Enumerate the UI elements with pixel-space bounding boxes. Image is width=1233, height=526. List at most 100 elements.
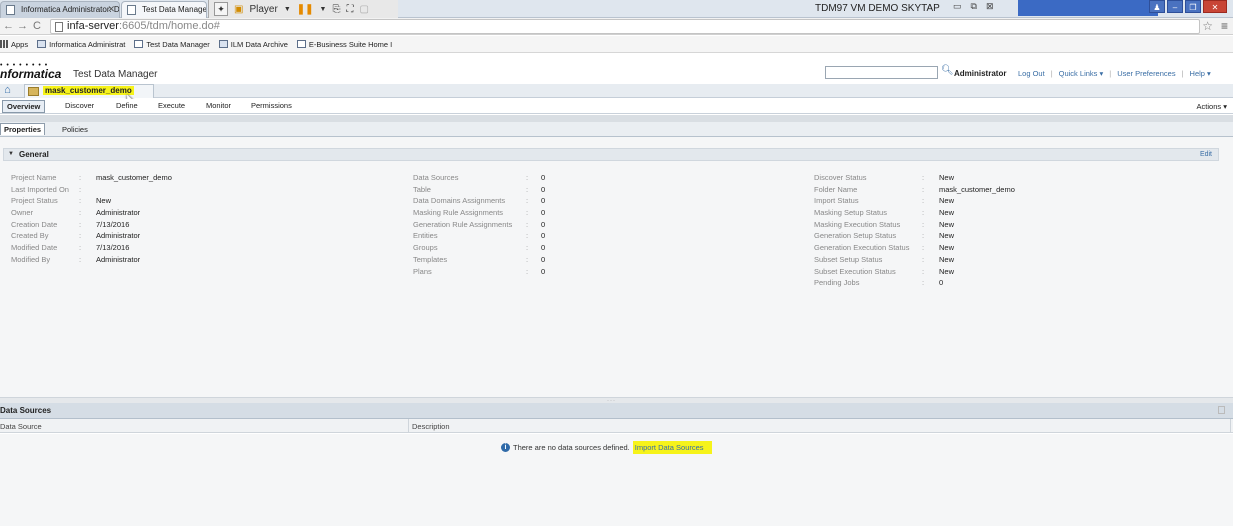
general-fields-col3: Discover Status: New Folder Name: mask_cus…	[814, 173, 1114, 290]
player-logo-icon: ▣	[234, 3, 244, 15]
minimize-icon[interactable]: –	[1167, 0, 1183, 13]
url-path: :6605/tdm/home.do#	[118, 20, 220, 32]
project-tab-strip	[0, 84, 1233, 98]
import-data-sources-link[interactable]: Import Data Sources	[632, 441, 712, 454]
bookmark-tdm[interactable]: Test Data Manager	[134, 39, 210, 49]
url-input[interactable]: infa-server:6605/tdm/home.do#	[50, 19, 1200, 34]
project-tab[interactable]: mask_customer_demo	[24, 84, 154, 98]
field-label: Last Imported On	[11, 184, 69, 194]
forward-arrow-icon[interactable]: →	[17, 20, 28, 32]
colon: :	[79, 243, 82, 253]
info-icon: i	[501, 443, 510, 452]
colon: :	[79, 173, 82, 182]
bookmark-apps[interactable]: Apps	[0, 40, 28, 49]
general-section-header[interactable]: ▼ General Edit	[3, 148, 1219, 161]
close-icon[interactable]: ✕	[1203, 0, 1227, 13]
search-icon[interactable]: 🔍︎	[941, 65, 954, 76]
field-value: Administrator	[96, 208, 141, 218]
tab-discover[interactable]: Discover	[65, 101, 94, 110]
section-title: General	[19, 150, 49, 159]
user-preferences-link[interactable]: User Preferences	[1117, 69, 1175, 78]
user-icon[interactable]: ♟	[1149, 0, 1165, 13]
field-label: Data Sources	[413, 173, 459, 182]
back-arrow-icon[interactable]: ←	[3, 20, 14, 32]
help-menu[interactable]: Help ▾	[1190, 69, 1211, 78]
data-sources-column-header: Data Source Description	[0, 419, 1233, 433]
field-label: Entities	[413, 231, 438, 241]
search-input[interactable]	[825, 66, 938, 79]
current-user: Administrator	[954, 69, 1007, 78]
tab-execute[interactable]: Execute	[158, 101, 185, 110]
colon: :	[922, 208, 925, 218]
column-data-source[interactable]: Data Source	[0, 422, 42, 431]
player-menu[interactable]: Player	[249, 4, 277, 15]
field-label: Pending Jobs	[814, 278, 860, 288]
pause-icon[interactable]: ❚❚	[297, 4, 314, 15]
field-value: 0	[541, 254, 546, 264]
colon: :	[526, 196, 529, 206]
field-row: Discover Status: New	[814, 173, 1114, 185]
tab-monitor[interactable]: Monitor	[206, 101, 231, 110]
field-label: Subset Execution Status	[814, 266, 896, 276]
colon: :	[526, 219, 529, 229]
field-label: Table	[413, 184, 431, 194]
chevron-down-icon[interactable]: ▼	[284, 6, 291, 13]
field-value: 0	[541, 173, 546, 182]
field-row: Subset Execution Status: New	[814, 267, 1114, 279]
close-icon[interactable]: ✕	[107, 4, 115, 15]
bookmark-ebs[interactable]: E-Business Suite Home I	[296, 40, 392, 49]
bookmark-label: Apps	[11, 39, 29, 49]
hamburger-menu-icon[interactable]: ≡	[1221, 19, 1228, 33]
tab-permissions[interactable]: Permissions	[251, 101, 292, 110]
network-icon[interactable]: ⎘	[332, 4, 340, 15]
reload-icon[interactable]: C	[33, 20, 41, 32]
chevron-down-icon[interactable]: ▼	[320, 6, 327, 13]
separator: |	[1050, 69, 1053, 78]
field-row: Owner: Administrator	[11, 208, 311, 220]
tab-properties[interactable]: Properties	[0, 123, 46, 135]
colon: :	[526, 231, 529, 241]
quick-links-menu[interactable]: Quick Links ▾	[1059, 69, 1104, 78]
trash-icon[interactable]	[1218, 406, 1225, 414]
address-bar: ← → C infa-server:6605/tdm/home.do# ☆ ≡	[0, 18, 1233, 35]
bookmark-informatica-admin[interactable]: Informatica Administrat	[37, 40, 125, 49]
tab-overview[interactable]: Overview	[2, 100, 46, 113]
bookmark-ilm[interactable]: ILM Data Archive	[218, 40, 288, 49]
field-value: New	[939, 208, 955, 218]
field-row: Modified Date: 7/13/2016	[11, 243, 311, 255]
tab-policies[interactable]: Policies	[62, 125, 88, 134]
field-label: Generation Rule Assignments	[413, 219, 513, 229]
restore-icon[interactable]: ⧉	[971, 1, 977, 12]
logout-link[interactable]: Log Out	[1018, 69, 1045, 78]
fullscreen-icon[interactable]: ⛶	[346, 4, 353, 15]
separator: |	[1109, 69, 1112, 78]
field-value: 0	[541, 231, 546, 241]
home-icon[interactable]: ⌂	[1, 84, 14, 97]
colon: :	[526, 184, 529, 194]
colon: :	[79, 219, 82, 229]
close-icon[interactable]: ⊠	[986, 1, 994, 12]
informatica-logo: nformatica	[0, 67, 62, 81]
colon: :	[79, 196, 82, 206]
actions-menu[interactable]: Actions ▾	[1197, 102, 1227, 111]
minimize-icon[interactable]: ▭	[953, 1, 962, 12]
colon: :	[922, 254, 925, 264]
field-row: Pending Jobs: 0	[814, 278, 1114, 290]
browser-tab-tdm[interactable]: Test Data Manager	[121, 1, 207, 18]
tab-define[interactable]: Define	[116, 101, 138, 110]
field-value: 0	[541, 243, 546, 253]
field-row: Generation Execution Status: New	[814, 243, 1114, 255]
bookmark-label: Test Data Manager	[146, 39, 210, 49]
field-label: Modified By	[11, 254, 51, 264]
maximize-icon[interactable]: ❐	[1185, 0, 1201, 13]
edit-link[interactable]: Edit	[1200, 151, 1212, 158]
column-description[interactable]: Description	[408, 419, 450, 433]
pin-icon[interactable]: ✦	[214, 2, 228, 16]
collapse-caret-icon[interactable]: ▼	[8, 151, 14, 157]
star-icon[interactable]: ☆	[1202, 19, 1213, 33]
unity-icon[interactable]: ▢	[359, 4, 368, 15]
field-label: Modified Date	[11, 243, 58, 253]
browser-tab-admin[interactable]: Informatica Administrator: D ✕	[0, 1, 120, 18]
page-icon	[296, 40, 306, 48]
colon: :	[922, 231, 925, 241]
